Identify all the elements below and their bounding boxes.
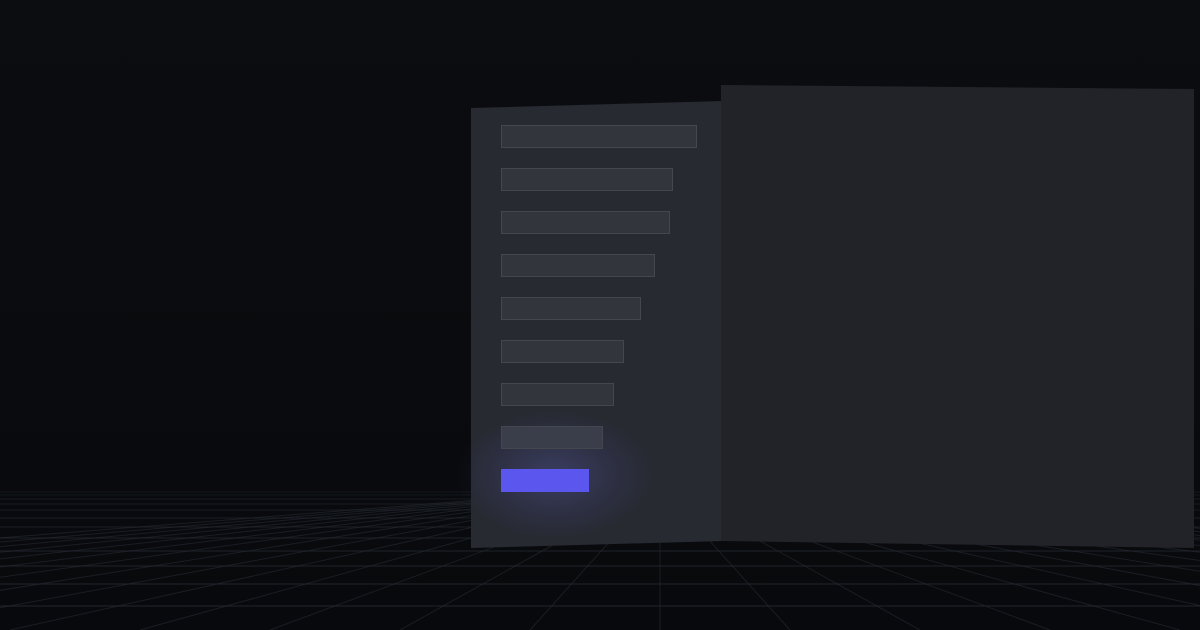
sidebar-item-8[interactable] bbox=[501, 426, 603, 449]
sidebar-item-4[interactable] bbox=[501, 254, 655, 277]
sidebar-item-3[interactable] bbox=[501, 211, 670, 234]
sidebar-item-7[interactable] bbox=[501, 383, 614, 406]
sidebar-item-1[interactable] bbox=[501, 125, 697, 148]
scene-background bbox=[0, 0, 1200, 630]
primary-button[interactable] bbox=[501, 469, 589, 492]
sidebar-item-6[interactable] bbox=[501, 340, 624, 363]
sidebar-item-5[interactable] bbox=[501, 297, 641, 320]
content-panel bbox=[721, 85, 1194, 548]
sidebar-item-2[interactable] bbox=[501, 168, 673, 191]
